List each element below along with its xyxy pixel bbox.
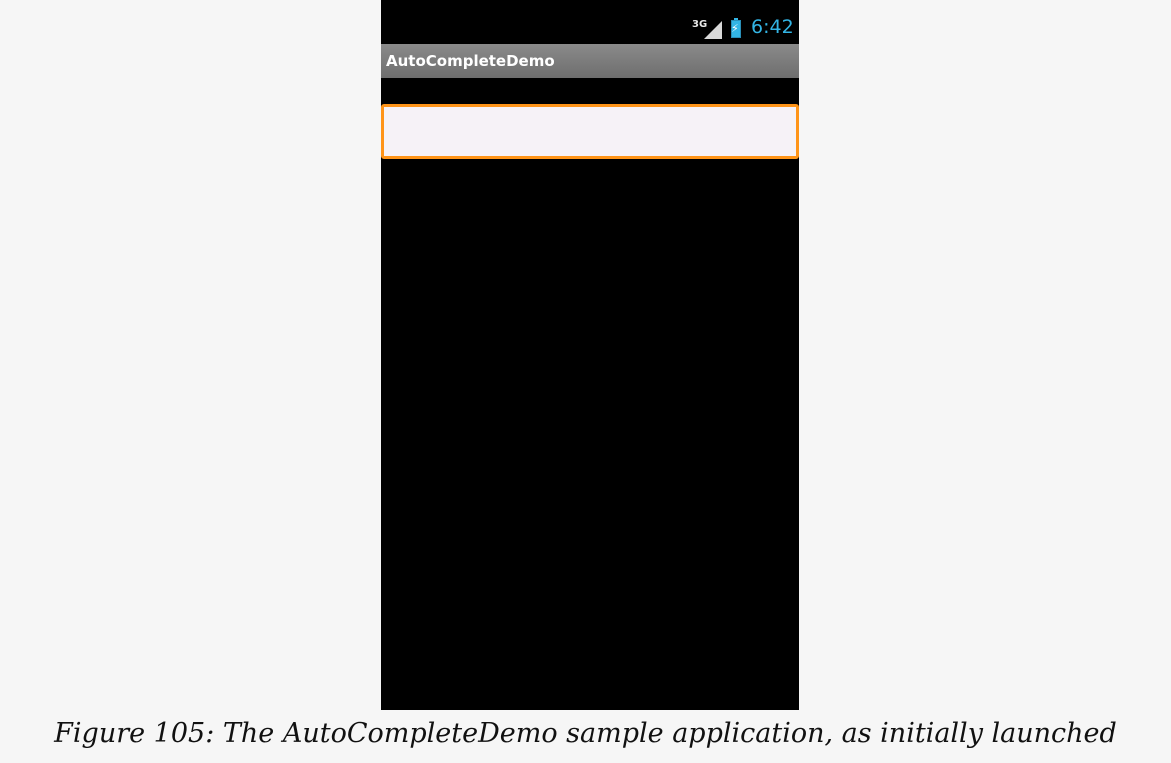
status-time: 6:42 <box>751 16 794 38</box>
figure-caption: Figure 105: The AutoCompleteDemo sample … <box>54 718 1117 749</box>
phone-screen: 3G 6:42 AutoCompleteDemo <box>381 0 799 710</box>
app-title: AutoCompleteDemo <box>386 52 555 70</box>
autocomplete-input[interactable] <box>381 104 799 159</box>
app-title-bar: AutoCompleteDemo <box>381 44 799 78</box>
signal-icon <box>704 21 722 39</box>
page: 3G 6:42 AutoCompleteDemo Figure 105: The… <box>0 0 1171 763</box>
app-content <box>381 78 799 710</box>
status-bar: 3G 6:42 <box>381 0 799 44</box>
battery-charging-icon <box>731 18 741 38</box>
